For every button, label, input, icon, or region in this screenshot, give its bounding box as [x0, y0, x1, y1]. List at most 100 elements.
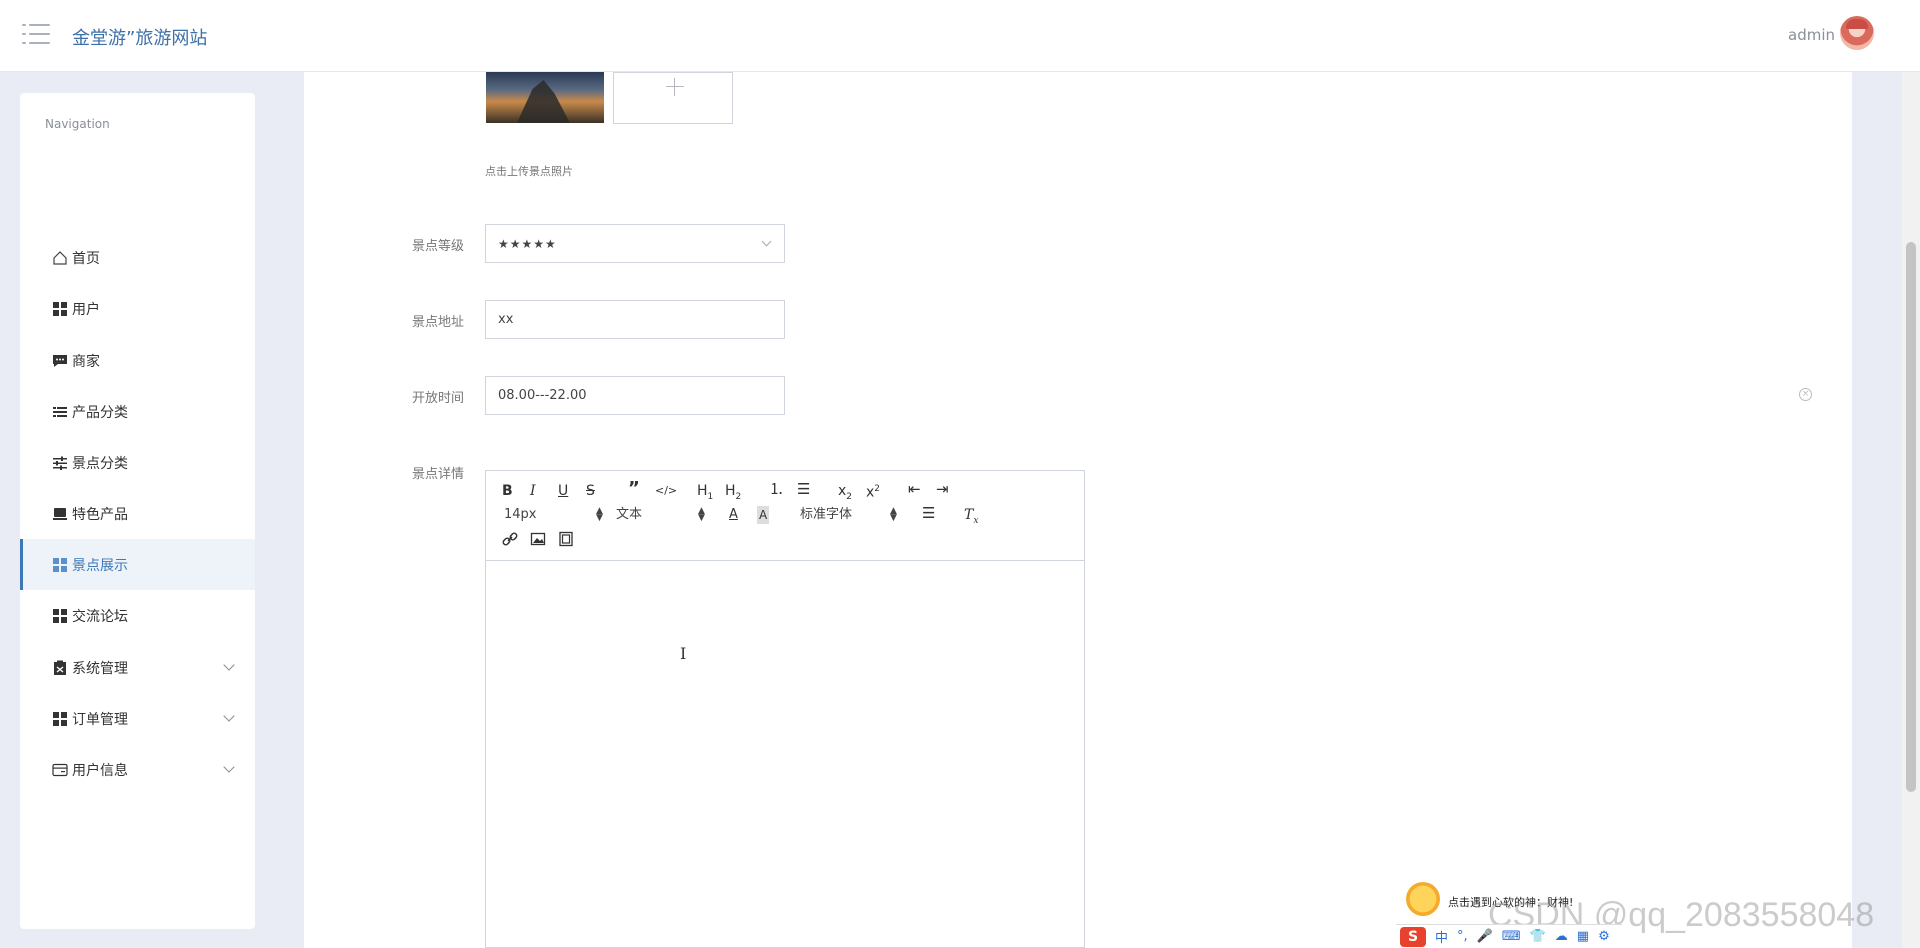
nav-title: Navigation	[45, 117, 110, 131]
avatar[interactable]	[1840, 16, 1874, 50]
heading2-icon[interactable]: H2	[725, 482, 741, 506]
clipboard-icon	[54, 660, 66, 675]
clear-format-icon[interactable]: Tx	[964, 506, 978, 530]
level-label: 景点等级	[411, 239, 464, 254]
sidebar-item-label: 用户	[72, 301, 100, 318]
sidebar-item-merchant[interactable]: 商家	[20, 335, 255, 386]
select-arrows-icon: ▲ ▼	[698, 506, 705, 523]
app-title: 金堂游”旅游网站	[72, 28, 208, 49]
select-arrows-icon: ▲ ▼	[596, 506, 603, 523]
sidebar-item-users[interactable]: 用户	[20, 283, 255, 334]
chevron-down-icon	[223, 761, 235, 773]
settings-icon[interactable]: ⚙	[1598, 929, 1610, 944]
font-size-select[interactable]: 14px ▲ ▼	[504, 506, 603, 524]
microphone-icon[interactable]: 🎤	[1477, 929, 1493, 944]
sidebar-item-forum[interactable]: 交流论坛	[20, 590, 255, 641]
link-icon[interactable]	[502, 531, 518, 547]
level-select-value: ★★★★★	[498, 236, 557, 251]
address-input-value: xx	[498, 312, 514, 327]
sidebar: Navigation 首页 用户 商家 产品分类 景点分类 特色产品 景点展示 …	[20, 93, 255, 929]
code-block-icon[interactable]: </>	[655, 482, 677, 500]
editor-content-area[interactable]	[486, 561, 1084, 947]
sidebar-item-label: 交流论坛	[72, 608, 128, 625]
menu-toggle-icon[interactable]	[22, 22, 50, 46]
address-label: 景点地址	[411, 315, 464, 330]
chat-icon	[53, 354, 67, 367]
sidebar-item-scenic-category[interactable]: 景点分类	[20, 437, 255, 488]
open-time-input[interactable]: 08.00---22.00	[485, 376, 785, 415]
block-format-select[interactable]: 文本 ▲ ▼	[616, 506, 705, 524]
sidebar-item-system[interactable]: 系统管理	[20, 642, 255, 693]
detail-label: 景点详情	[411, 467, 464, 482]
sidebar-item-label: 景点分类	[72, 455, 128, 472]
sidebar-item-label: 景点展示	[72, 557, 128, 574]
cloud-icon[interactable]: ☁	[1555, 929, 1568, 944]
sliders-icon	[53, 456, 67, 470]
subscript-icon[interactable]: x2	[838, 482, 852, 506]
background-color-icon[interactable]: A	[757, 506, 770, 524]
sidebar-item-label: 首页	[72, 250, 100, 267]
sun-icon	[1406, 882, 1440, 916]
indent-icon[interactable]: ⇥	[936, 480, 949, 498]
font-family-select-value: 标准字体	[800, 507, 853, 522]
user-name[interactable]: admin	[1788, 26, 1835, 44]
chevron-down-icon	[761, 236, 772, 247]
font-family-select[interactable]: 标准字体 ▲ ▼	[800, 506, 900, 524]
keyboard-icon[interactable]: ⌨	[1502, 929, 1521, 944]
sidebar-item-scenic-display[interactable]: 景点展示	[20, 539, 255, 590]
level-select[interactable]: ★★★★★	[485, 224, 785, 263]
grid-icon	[53, 301, 67, 316]
heading1-icon[interactable]: H1	[697, 482, 713, 506]
sidebar-item-label: 商家	[72, 353, 100, 370]
sidebar-item-special-products[interactable]: 特色产品	[20, 488, 255, 539]
scroll-thumb[interactable]	[1906, 242, 1916, 792]
sogou-logo-icon[interactable]: S	[1400, 926, 1426, 947]
align-icon[interactable]: ☰	[922, 504, 935, 522]
superscript-icon[interactable]: x2	[866, 480, 880, 502]
shop-icon	[53, 507, 67, 520]
grid-icon	[53, 557, 67, 572]
list-icon	[53, 406, 67, 417]
toolbox-icon[interactable]: ▦	[1577, 929, 1589, 944]
ime-toolbar[interactable]: S 中 °, 🎤 ⌨ 👕 ☁ ▦ ⚙	[1396, 924, 1622, 948]
page-scrollbar[interactable]	[1902, 72, 1920, 948]
image-icon[interactable]	[530, 531, 546, 547]
address-input[interactable]: xx	[485, 300, 785, 339]
video-icon[interactable]	[558, 531, 574, 547]
sidebar-item-orders[interactable]: 订单管理	[20, 693, 255, 744]
sidebar-item-home[interactable]: 首页	[20, 232, 255, 283]
outdent-icon[interactable]: ⇤	[908, 480, 921, 498]
home-icon	[53, 250, 67, 265]
bold-icon[interactable]: B	[502, 482, 513, 500]
punctuation-icon[interactable]: °,	[1457, 929, 1468, 944]
grid-icon	[53, 608, 67, 623]
upload-hint: 点击上传景点照片	[485, 165, 573, 178]
skin-icon[interactable]: 👕	[1530, 929, 1546, 944]
sidebar-item-label: 订单管理	[72, 711, 128, 728]
block-format-select-value: 文本	[616, 507, 643, 522]
font-color-icon[interactable]: A	[729, 506, 738, 524]
sidebar-item-label: 系统管理	[72, 660, 128, 677]
select-arrows-icon: ▲ ▼	[890, 506, 897, 523]
rich-text-editor: B I U S ” </> H1 H2 ⒈ ☰ x2 x2 ⇤ ⇥ 14px ▲…	[485, 470, 1085, 948]
editor-toolbar: B I U S ” </> H1 H2 ⒈ ☰ x2 x2 ⇤ ⇥ 14px ▲…	[486, 471, 1084, 561]
ordered-list-icon[interactable]: ⒈	[769, 480, 784, 498]
plus-icon	[666, 86, 684, 87]
clear-icon[interactable]: ×	[1799, 388, 1812, 401]
chinese-mode-icon[interactable]: 中	[1435, 927, 1448, 946]
grid-icon	[53, 711, 67, 726]
font-size-select-value: 14px	[504, 507, 537, 522]
upload-button[interactable]	[613, 72, 733, 124]
sidebar-item-label: 用户信息	[72, 762, 128, 779]
chevron-down-icon	[223, 710, 235, 722]
open-time-label: 开放时间	[411, 391, 464, 406]
bullet-list-icon[interactable]: ☰	[797, 480, 810, 498]
italic-icon[interactable]: I	[530, 482, 536, 500]
chevron-down-icon	[223, 659, 235, 671]
underline-icon[interactable]: U	[558, 482, 568, 500]
uploaded-photo-thumbnail[interactable]	[486, 72, 604, 123]
strike-icon[interactable]: S	[586, 482, 595, 500]
sidebar-item-product-category[interactable]: 产品分类	[20, 386, 255, 437]
blockquote-icon[interactable]: ”	[628, 480, 640, 498]
sidebar-item-user-info[interactable]: 用户信息	[20, 744, 255, 795]
